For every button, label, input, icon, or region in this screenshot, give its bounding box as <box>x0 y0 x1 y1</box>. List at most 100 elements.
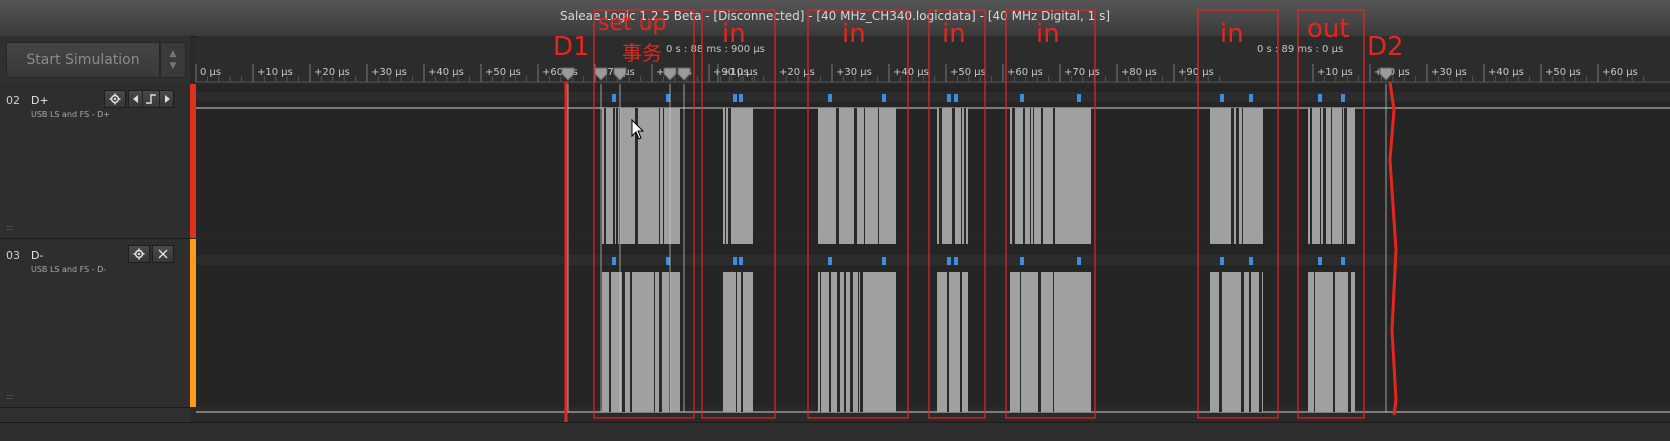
timing-marker-flag[interactable] <box>594 67 608 81</box>
timeline-tick-label: +40 μs <box>893 67 929 78</box>
decoder-marker <box>882 257 886 265</box>
bit-edge <box>604 108 606 244</box>
d2-marker-line <box>1388 81 1398 416</box>
packet-burst <box>1010 272 1091 412</box>
bit-edge <box>1020 272 1021 412</box>
decoder-marker <box>1020 257 1024 265</box>
bit-edge <box>952 108 955 244</box>
decoder-marker <box>612 94 616 102</box>
transaction-label: out <box>1307 14 1350 44</box>
decoder-marker <box>882 94 886 102</box>
bit-edge <box>878 108 879 244</box>
packet-burst <box>1010 108 1091 244</box>
transaction-sub-label: 事务 <box>622 41 662 65</box>
decoder-marker <box>666 94 670 102</box>
absolute-time-label: 0 s : 88 ms : 900 μs <box>666 44 765 55</box>
decoder-marker <box>947 257 951 265</box>
bit-edge <box>1053 272 1054 412</box>
decoder-marker <box>739 94 743 102</box>
decoder-marker <box>954 94 958 102</box>
transaction-label: in <box>1036 19 1060 49</box>
bit-edge <box>654 272 655 412</box>
bit-edge <box>858 272 859 412</box>
timeline-tick-label: +30 μs <box>371 67 407 78</box>
timeline-tick-label: +50 μs <box>950 67 986 78</box>
timeline-tick-label: 0 μs <box>200 67 221 78</box>
timing-marker-flag[interactable] <box>677 67 691 81</box>
bit-edge <box>1053 108 1055 244</box>
decoder-marker <box>1020 94 1024 102</box>
decoder-marker <box>1249 257 1253 265</box>
bit-edge <box>1023 108 1025 244</box>
decoder-marker <box>733 94 737 102</box>
timeline-tick-label: +50 μs <box>1545 67 1581 78</box>
bit-edge <box>609 272 611 412</box>
bit-edge <box>663 108 664 244</box>
bit-edge <box>854 108 857 244</box>
transaction-label: set up <box>598 11 667 36</box>
timeline-tick-label: +40 μs <box>428 67 464 78</box>
bit-edge <box>1236 108 1239 244</box>
bit-edge <box>939 108 942 244</box>
timeline-tick-label: +60 μs <box>1007 67 1043 78</box>
decoder-row <box>196 255 1670 265</box>
bit-edge <box>1323 108 1326 244</box>
d1-label: D1 <box>553 32 590 62</box>
bit-edge <box>613 108 615 244</box>
decoder-marker <box>1220 94 1224 102</box>
waveforms <box>196 92 1670 413</box>
bit-edge <box>860 272 863 412</box>
bit-edge <box>829 272 831 412</box>
bit-edge <box>1033 108 1034 244</box>
bit-edge <box>1012 108 1015 244</box>
decoder-marker <box>947 94 951 102</box>
bit-edge <box>1344 108 1347 244</box>
bit-edge <box>741 272 743 412</box>
timeline-tick-label: +10 μs <box>257 67 293 78</box>
bit-edge <box>960 272 962 412</box>
bit-edge <box>1038 272 1041 412</box>
bit-edge <box>1030 108 1031 244</box>
bit-edge <box>728 108 731 244</box>
transaction-label: in <box>722 19 746 49</box>
decoder-marker <box>733 257 737 265</box>
timeline-tick-label: +30 μs <box>1431 67 1467 78</box>
decoder-marker <box>666 257 670 265</box>
decoder-marker <box>954 257 958 265</box>
packet-burst <box>1210 272 1263 412</box>
transaction-label: in <box>842 19 866 49</box>
timeline-tick-label: +20 μs <box>314 67 350 78</box>
decoder-row <box>196 92 1670 102</box>
bit-edge <box>659 272 662 412</box>
bit-edge <box>1320 108 1321 244</box>
decoder-marker <box>1077 257 1081 265</box>
bit-edge <box>616 108 618 244</box>
packet-burst <box>602 272 680 412</box>
bit-edge <box>837 272 840 412</box>
bit-edge <box>964 108 966 244</box>
bit-edge <box>1249 272 1251 412</box>
bit-edge <box>1314 272 1315 412</box>
bit-edge <box>947 272 949 412</box>
bit-edge <box>659 108 660 244</box>
decoder-marker <box>1341 257 1345 265</box>
bit-edge <box>725 108 726 244</box>
decoder-marker <box>1249 94 1253 102</box>
bit-edge <box>864 108 865 244</box>
timeline-tick-label: +30 μs <box>836 67 872 78</box>
timeline-tick-label: +50 μs <box>485 67 521 78</box>
timeline-tick-label: +20 μs <box>779 67 815 78</box>
packet-burst <box>1308 272 1355 412</box>
transaction-label: in <box>1220 19 1244 49</box>
timeline-tick-label: +90 μs <box>1178 67 1214 78</box>
timeline-tick-label: +10 μs <box>722 67 758 78</box>
timeline-tick-label: +40 μs <box>1488 67 1524 78</box>
timing-markers[interactable] <box>561 67 1393 412</box>
packet-burst <box>723 272 753 412</box>
decoder-marker <box>1077 94 1081 102</box>
timing-marker-flag[interactable] <box>663 67 677 81</box>
bit-edge <box>1041 108 1043 244</box>
decoder-marker <box>1220 257 1224 265</box>
bit-edge <box>961 108 962 244</box>
timing-marker-flag[interactable] <box>613 67 627 81</box>
